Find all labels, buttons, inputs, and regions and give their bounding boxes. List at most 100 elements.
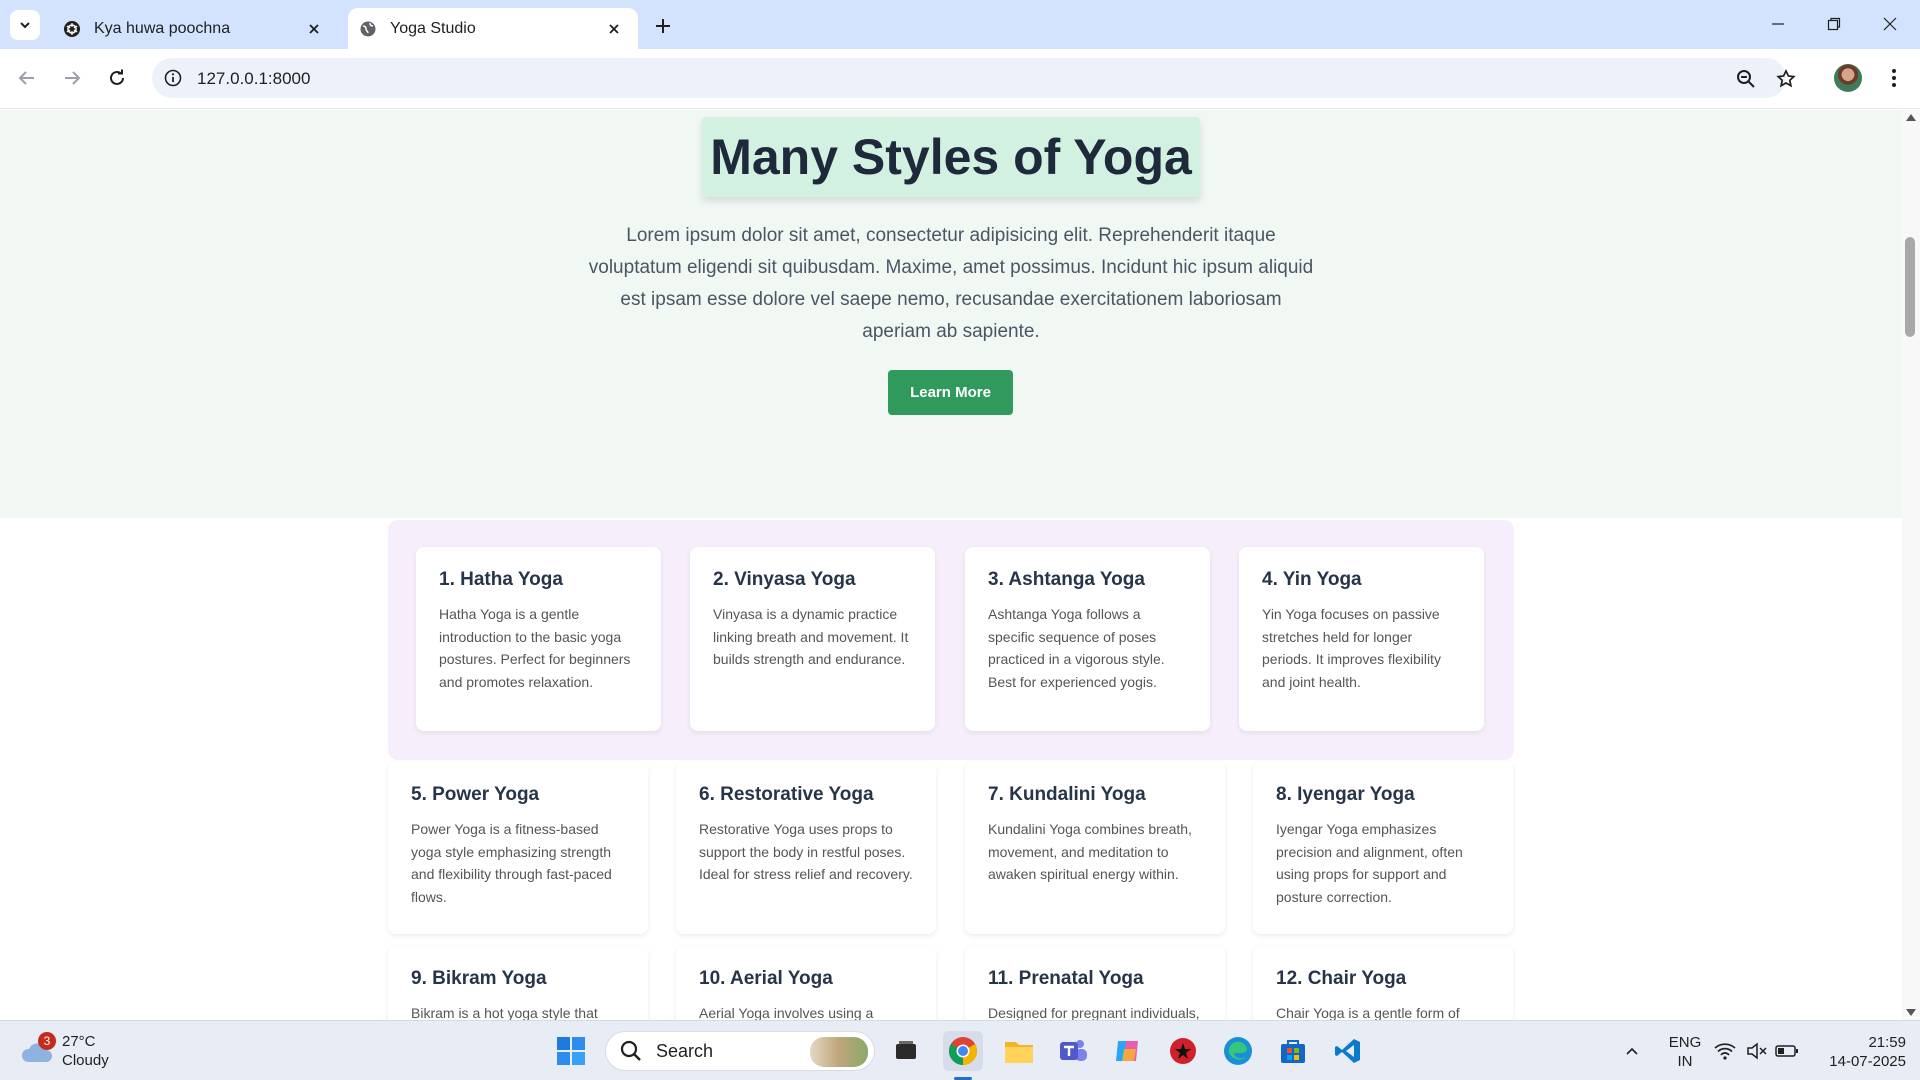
card-title: 10. Aerial Yoga: [699, 968, 833, 989]
url-text[interactable]: 127.0.0.1:8000: [197, 69, 310, 89]
learn-more-button[interactable]: Learn More: [888, 370, 1013, 415]
windows-start-icon[interactable]: [551, 1031, 591, 1071]
taskbar-search[interactable]: Search: [605, 1031, 875, 1071]
yoga-card[interactable]: 12. Chair Yoga Chair Yoga is a gentle fo…: [1253, 946, 1513, 1020]
yoga-card[interactable]: 7. Kundalini Yoga Kundalini Yoga combine…: [965, 762, 1225, 934]
copilot-icon[interactable]: [1108, 1031, 1148, 1071]
card-text: Restorative Yoga uses props to support t…: [699, 821, 913, 882]
card-text: Aerial Yoga involves using a: [699, 1005, 874, 1020]
file-explorer-icon[interactable]: [999, 1031, 1039, 1071]
yoga-card[interactable]: 8. Iyengar Yoga Iyengar Yoga emphasizes …: [1253, 762, 1513, 934]
page-viewport: Many Styles of Yoga Lorem ipsum dolor si…: [0, 110, 1920, 1020]
card-text: Vinyasa is a dynamic practice linking br…: [713, 606, 909, 667]
hero-section: Many Styles of Yoga Lorem ipsum dolor si…: [0, 110, 1902, 518]
microsoft-store-icon[interactable]: [1273, 1031, 1313, 1071]
restore-icon: [1827, 17, 1841, 31]
weather-condition: Cloudy: [62, 1052, 109, 1069]
yoga-card[interactable]: 5. Power Yoga Power Yoga is a fitness-ba…: [388, 762, 648, 934]
minimize-button[interactable]: [1758, 8, 1798, 40]
vscode-icon[interactable]: [1328, 1031, 1368, 1071]
weather-widget[interactable]: 3 27°C Cloudy: [20, 1031, 109, 1071]
tab-strip: Kya huwa poochna Yoga Studio: [0, 0, 1920, 49]
scrollbar-thumb[interactable]: [1905, 237, 1915, 337]
close-icon[interactable]: [602, 17, 626, 41]
card-text: Kundalini Yoga combines breath, movement…: [988, 821, 1192, 882]
tab-yoga-studio[interactable]: Yoga Studio: [348, 8, 638, 49]
card-title: 3. Ashtanga Yoga: [988, 569, 1145, 590]
card-title: 8. Iyengar Yoga: [1276, 784, 1415, 805]
card-text: Iyengar Yoga emphasizes precision and al…: [1276, 821, 1463, 905]
card-title: 5. Power Yoga: [411, 784, 540, 805]
card-text: Ashtanga Yoga follows a specific sequenc…: [988, 606, 1165, 690]
page-scrollbar[interactable]: [1902, 110, 1920, 1020]
cloud-icon: 3: [20, 1032, 56, 1066]
bookmark-star-icon[interactable]: [1774, 67, 1798, 91]
close-icon[interactable]: [302, 17, 326, 41]
arrow-right-icon: [65, 71, 81, 85]
tab-kya-huwa-poochna[interactable]: Kya huwa poochna: [48, 8, 338, 49]
address-bar[interactable]: 127.0.0.1:8000: [152, 58, 1796, 98]
card-title: 1. Hatha Yoga: [439, 569, 563, 590]
app-icon-red[interactable]: [1163, 1031, 1203, 1071]
arrow-left-icon: [18, 71, 34, 85]
yoga-card[interactable]: 11. Prenatal Yoga Designed for pregnant …: [965, 946, 1225, 1020]
clock-time: 21:59: [1868, 1034, 1906, 1051]
teams-icon[interactable]: [1053, 1031, 1093, 1071]
close-icon: [1883, 17, 1897, 31]
new-tab-button[interactable]: [649, 12, 677, 40]
scroll-up-arrow-icon[interactable]: [1906, 114, 1916, 121]
card-text: Bikram is a hot yoga style that: [411, 1005, 598, 1020]
card-title: 12. Chair Yoga: [1276, 968, 1407, 989]
hero-description: Lorem ipsum dolor sit amet, consectetur …: [588, 225, 1314, 342]
card-text: Chair Yoga is a gentle form of: [1276, 1005, 1460, 1020]
clock[interactable]: 21:59 14-07-2025: [1806, 1033, 1906, 1071]
card-text: Hatha Yoga is a gentle introduction to t…: [439, 606, 631, 690]
search-label: Search: [656, 1040, 714, 1061]
plus-icon: [656, 19, 670, 33]
profile-avatar[interactable]: [1834, 64, 1862, 92]
language-code: ENG: [1668, 1034, 1702, 1051]
card-title: 4. Yin Yoga: [1262, 569, 1362, 590]
tab-title: Yoga Studio: [390, 19, 476, 37]
yoga-card[interactable]: 1. Hatha Yoga Hatha Yoga is a gentle int…: [416, 547, 661, 731]
card-text: Power Yoga is a fitness-based yoga style…: [411, 821, 612, 905]
search-icon: [620, 1040, 641, 1061]
yoga-card[interactable]: 9. Bikram Yoga Bikram is a hot yoga styl…: [388, 946, 648, 1020]
yoga-card[interactable]: 10. Aerial Yoga Aerial Yoga involves usi…: [676, 946, 936, 1020]
yoga-card[interactable]: 6. Restorative Yoga Restorative Yoga use…: [676, 762, 936, 934]
tab-search-button[interactable]: [10, 10, 40, 40]
restore-button[interactable]: [1814, 8, 1854, 40]
yoga-card[interactable]: 4. Yin Yoga Yin Yoga focuses on passive …: [1239, 547, 1484, 731]
wifi-icon[interactable]: [1708, 1031, 1742, 1071]
scroll-down-arrow-icon[interactable]: [1906, 1009, 1916, 1016]
close-window-button[interactable]: [1870, 8, 1910, 40]
card-title: 9. Bikram Yoga: [411, 968, 547, 989]
yoga-card[interactable]: 3. Ashtanga Yoga Ashtanga Yoga follows a…: [965, 547, 1210, 731]
globe-icon: [358, 19, 378, 39]
chevron-up-icon[interactable]: [1612, 1031, 1652, 1071]
tab-title: Kya huwa poochna: [94, 19, 231, 37]
task-view-icon[interactable]: [886, 1031, 926, 1071]
volume-muted-icon[interactable]: [1740, 1031, 1774, 1071]
clock-date: 14-07-2025: [1829, 1053, 1906, 1070]
browser-menu-button[interactable]: [1880, 64, 1908, 92]
minimize-icon: [1772, 23, 1784, 25]
reload-icon: [110, 69, 124, 85]
hero-title-box: Many Styles of Yoga: [702, 117, 1200, 197]
back-button[interactable]: [12, 63, 42, 93]
chevron-down-icon: [20, 22, 30, 29]
site-info-icon[interactable]: [162, 67, 184, 89]
search-highlight-image: [810, 1037, 868, 1067]
zoom-icon[interactable]: [1734, 67, 1758, 91]
forward-button[interactable]: [57, 63, 87, 93]
weather-temperature: 27°C: [62, 1033, 96, 1050]
yoga-card[interactable]: 2. Vinyasa Yoga Vinyasa is a dynamic pra…: [690, 547, 935, 731]
battery-icon[interactable]: [1770, 1031, 1804, 1071]
reload-button[interactable]: [102, 63, 132, 93]
card-title: 11. Prenatal Yoga: [988, 968, 1144, 989]
hero-title: Many Styles of Yoga: [710, 129, 1192, 185]
chrome-icon[interactable]: [943, 1031, 983, 1071]
edge-icon[interactable]: [1218, 1031, 1258, 1071]
card-title: 2. Vinyasa Yoga: [713, 569, 856, 590]
language-indicator[interactable]: ENG IN: [1660, 1033, 1710, 1071]
